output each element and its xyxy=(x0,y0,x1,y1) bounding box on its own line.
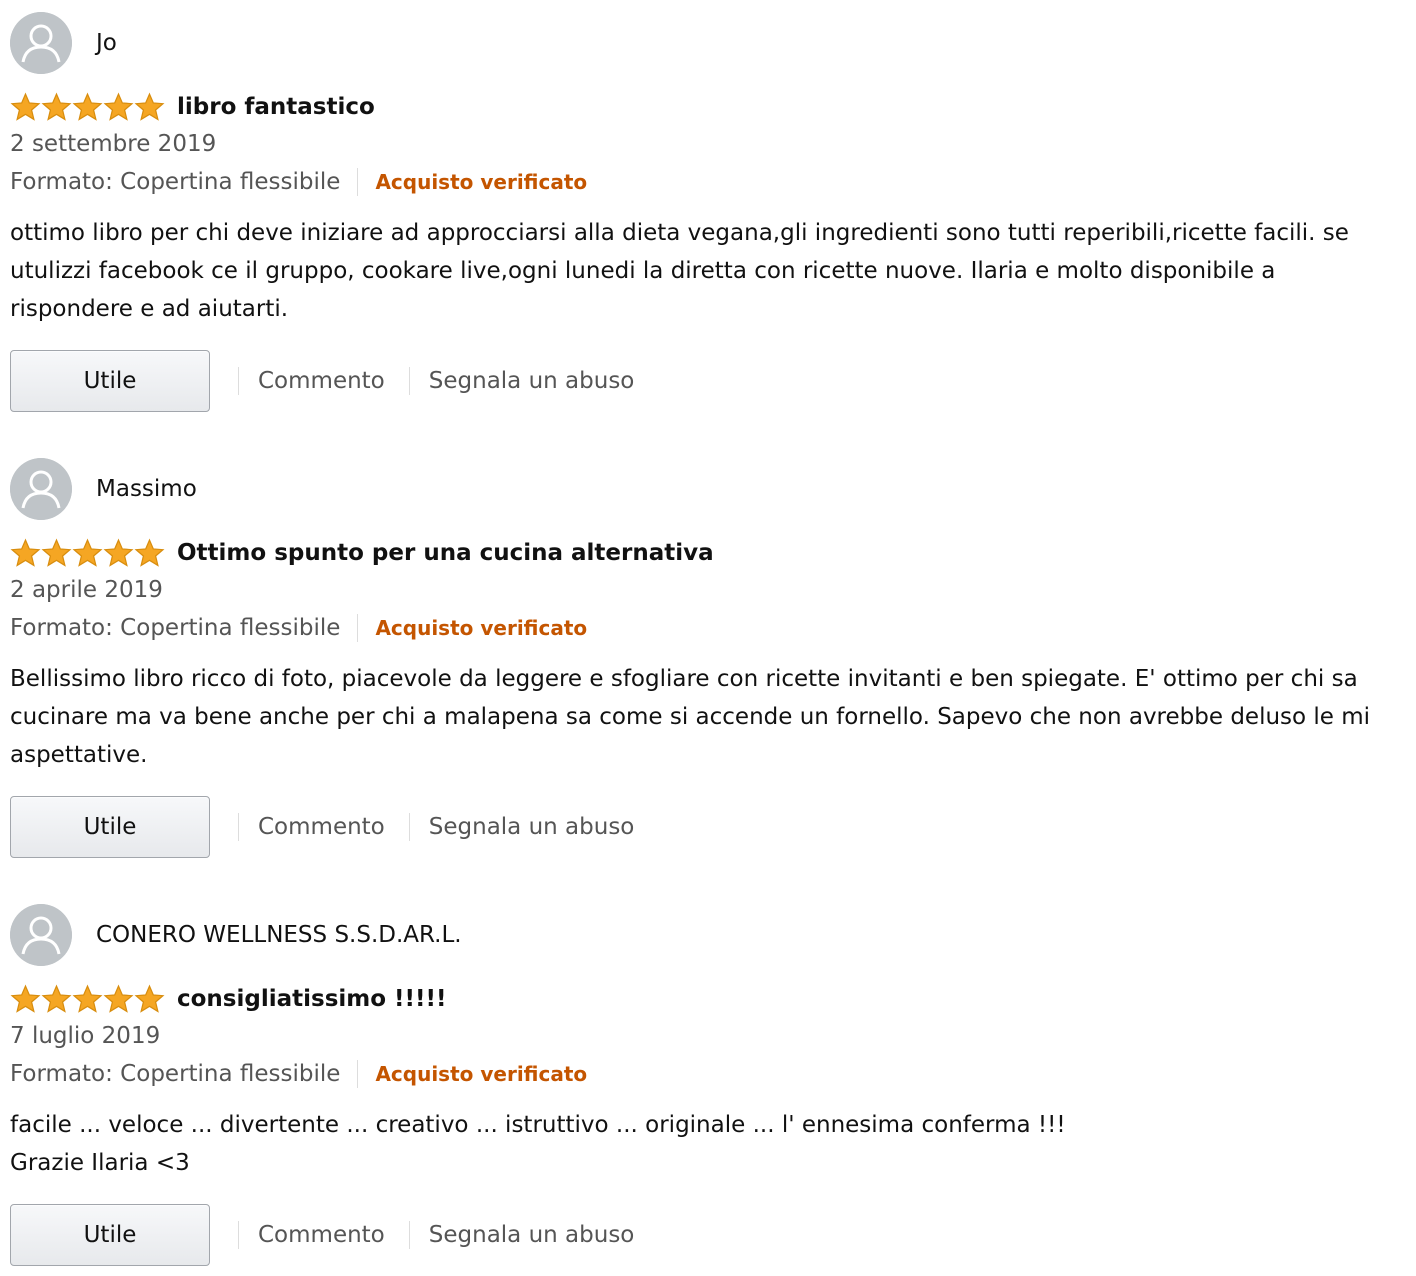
review-body-line: facile ... veloce ... divertente ... cre… xyxy=(10,1112,1066,1138)
reviewer-profile[interactable]: Massimo xyxy=(10,458,197,520)
star-icon xyxy=(134,984,165,1013)
star-icon xyxy=(41,538,72,567)
divider xyxy=(357,168,359,196)
review-title-row: libro fantastico xyxy=(10,90,375,124)
format-link[interactable]: Formato: Copertina flessibile xyxy=(10,1061,340,1087)
star-rating[interactable] xyxy=(10,538,165,568)
star-icon xyxy=(103,984,134,1013)
star-icon xyxy=(103,538,134,567)
format-link[interactable]: Formato: Copertina flessibile xyxy=(10,615,340,641)
review-title[interactable]: Ottimo spunto per una cucina alternativa xyxy=(177,540,714,566)
review-actions: Utile Commento Segnala un abuso xyxy=(10,796,634,858)
review-body-line: Grazie Ilaria <3 xyxy=(10,1150,190,1176)
star-icon xyxy=(134,92,165,121)
review-body: Bellissimo libro ricco di foto, piacevol… xyxy=(10,666,1371,768)
review-body: ottimo libro per chi deve iniziare ad ap… xyxy=(10,220,1349,322)
review-title-row: Ottimo spunto per una cucina alternativa xyxy=(10,536,714,570)
verified-purchase-badge: Acquisto verificato xyxy=(375,170,588,194)
report-abuse-link[interactable]: Segnala un abuso xyxy=(429,814,635,840)
reviewer-name[interactable]: CONERO WELLNESS S.S.D.AR.L. xyxy=(96,922,462,948)
report-abuse-link[interactable]: Segnala un abuso xyxy=(429,368,635,394)
review-body: facile ... veloce ... divertente ... cre… xyxy=(10,1106,1385,1182)
helpful-button[interactable]: Utile xyxy=(10,1204,210,1266)
avatar-icon[interactable] xyxy=(10,458,72,520)
star-icon xyxy=(103,92,134,121)
comment-link[interactable]: Commento xyxy=(258,368,385,394)
report-abuse-link[interactable]: Segnala un abuso xyxy=(429,1222,635,1248)
comment-link[interactable]: Commento xyxy=(258,1222,385,1248)
reviewer-profile[interactable]: Jo xyxy=(10,12,117,74)
star-rating[interactable] xyxy=(10,92,165,122)
star-icon xyxy=(72,984,103,1013)
format-row: Formato: Copertina flessibile Acquisto v… xyxy=(10,1058,587,1090)
divider xyxy=(408,813,410,841)
divider xyxy=(357,1060,359,1088)
star-icon xyxy=(10,538,41,567)
star-icon xyxy=(10,92,41,121)
comment-link[interactable]: Commento xyxy=(258,814,385,840)
star-rating[interactable] xyxy=(10,984,165,1014)
review-date: 2 aprile 2019 xyxy=(10,577,163,603)
reviewer-profile[interactable]: CONERO WELLNESS S.S.D.AR.L. xyxy=(10,904,462,966)
star-icon xyxy=(10,984,41,1013)
star-icon xyxy=(41,92,72,121)
review-title[interactable]: libro fantastico xyxy=(177,94,375,120)
avatar-icon[interactable] xyxy=(10,904,72,966)
reviewer-name[interactable]: Jo xyxy=(96,30,117,56)
divider xyxy=(238,813,239,841)
review-date: 7 luglio 2019 xyxy=(10,1023,161,1049)
format-row: Formato: Copertina flessibile Acquisto v… xyxy=(10,166,587,198)
format-row: Formato: Copertina flessibile Acquisto v… xyxy=(10,612,587,644)
divider xyxy=(357,614,359,642)
star-icon xyxy=(134,538,165,567)
star-icon xyxy=(72,538,103,567)
avatar-icon[interactable] xyxy=(10,12,72,74)
divider xyxy=(408,367,410,395)
star-icon xyxy=(72,92,103,121)
review-actions: Utile Commento Segnala un abuso xyxy=(10,350,634,412)
divider xyxy=(408,1221,410,1249)
review-title-row: consigliatissimo !!!!! xyxy=(10,982,447,1016)
format-link[interactable]: Formato: Copertina flessibile xyxy=(10,169,340,195)
verified-purchase-badge: Acquisto verificato xyxy=(375,1062,588,1086)
divider xyxy=(238,367,239,395)
helpful-button[interactable]: Utile xyxy=(10,350,210,412)
review-actions: Utile Commento Segnala un abuso xyxy=(10,1204,634,1266)
star-icon xyxy=(41,984,72,1013)
helpful-button[interactable]: Utile xyxy=(10,796,210,858)
reviewer-name[interactable]: Massimo xyxy=(96,476,197,502)
review-date: 2 settembre 2019 xyxy=(10,131,217,157)
review-title[interactable]: consigliatissimo !!!!! xyxy=(177,986,447,1012)
verified-purchase-badge: Acquisto verificato xyxy=(375,616,588,640)
divider xyxy=(238,1221,239,1249)
